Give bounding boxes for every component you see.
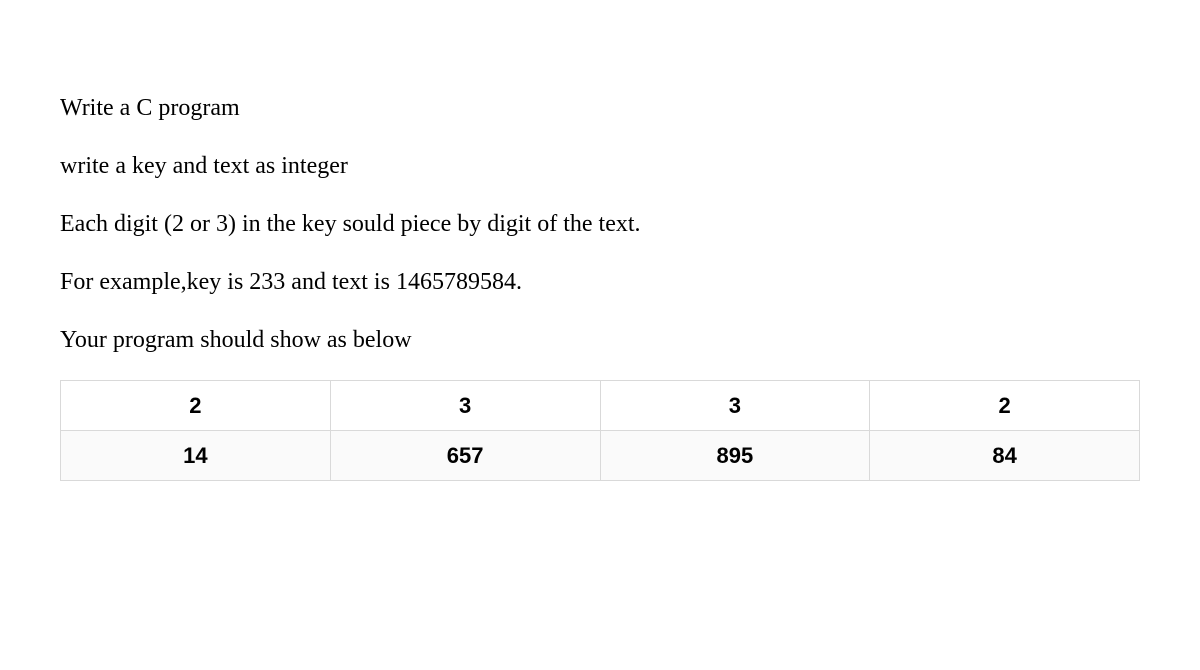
paragraph-5: Your program should show as below xyxy=(60,322,1140,358)
table-cell: 2 xyxy=(61,381,331,431)
table-row: 2 3 3 2 xyxy=(61,381,1140,431)
table-cell: 3 xyxy=(600,381,870,431)
document-content: Write a C program write a key and text a… xyxy=(60,90,1140,481)
example-table-wrapper: 2 3 3 2 14 657 895 84 xyxy=(60,380,1140,481)
paragraph-4: For example,key is 233 and text is 14657… xyxy=(60,264,1140,300)
table-row: 14 657 895 84 xyxy=(61,431,1140,481)
table-cell: 895 xyxy=(600,431,870,481)
paragraph-3: Each digit (2 or 3) in the key sould pie… xyxy=(60,206,1140,242)
table-cell: 84 xyxy=(870,431,1140,481)
table-cell: 657 xyxy=(330,431,600,481)
paragraph-2: write a key and text as integer xyxy=(60,148,1140,184)
paragraph-1: Write a C program xyxy=(60,90,1140,126)
table-cell: 2 xyxy=(870,381,1140,431)
table-cell: 3 xyxy=(330,381,600,431)
example-table: 2 3 3 2 14 657 895 84 xyxy=(60,380,1140,481)
table-cell: 14 xyxy=(61,431,331,481)
